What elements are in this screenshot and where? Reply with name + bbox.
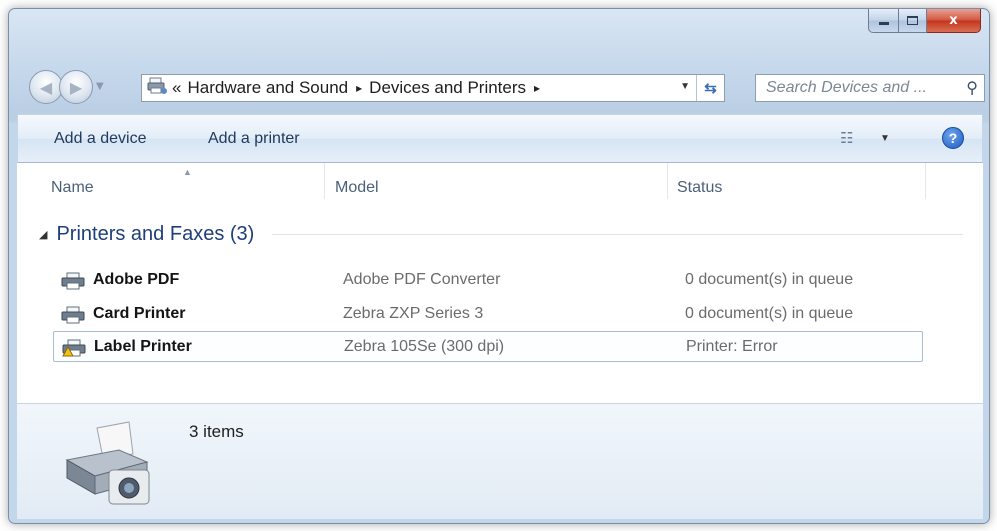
group-header-printers-and-faxes[interactable]: ◢ Printers and Faxes (3): [39, 219, 983, 249]
minimize-icon: [878, 22, 889, 25]
address-bar[interactable]: « Hardware and Sound ▸ Devices and Print…: [141, 74, 725, 102]
maximize-icon: [907, 16, 918, 25]
printer-row[interactable]: Adobe PDF Adobe PDF Converter 0 document…: [53, 265, 923, 296]
column-divider[interactable]: [925, 163, 926, 199]
add-printer-button[interactable]: Add a printer: [208, 130, 300, 148]
printer-row-selected[interactable]: Label Printer Zebra 105Se (300 dpi) Prin…: [53, 331, 923, 362]
printer-warning-icon: [62, 339, 86, 357]
column-divider[interactable]: [324, 163, 325, 199]
view-options-dropdown-icon[interactable]: ▼: [880, 133, 890, 144]
breadcrumb-separator-icon[interactable]: ▸: [534, 81, 540, 95]
collapse-triangle-icon[interactable]: ◢: [39, 228, 47, 241]
device-list: ▲ Name Model Status ◢ Printers and Faxes…: [17, 163, 983, 403]
refresh-button[interactable]: ⇆: [696, 75, 724, 101]
printer-row[interactable]: Card Printer Zebra ZXP Series 3 0 docume…: [53, 299, 923, 330]
forward-arrow-icon: ▶: [69, 77, 83, 97]
breadcrumb-hardware-and-sound[interactable]: Hardware and Sound: [187, 78, 348, 98]
forward-button[interactable]: ▶: [59, 70, 93, 104]
devices-and-printers-icon: [142, 77, 172, 99]
maximize-button[interactable]: [898, 9, 927, 33]
item-count: 3 items: [189, 422, 244, 441]
printer-icon: [61, 306, 85, 324]
column-header-status[interactable]: Status: [677, 179, 722, 197]
caption-buttons: x: [868, 9, 981, 33]
search-box[interactable]: Search Devices and ... ⚲: [755, 74, 985, 102]
column-header-name[interactable]: Name: [51, 179, 94, 197]
navigation-bar: ◀ ▶ ▼ « Hardware and Sound ▸ Devices and…: [25, 70, 985, 106]
printer-model: Adobe PDF Converter: [343, 271, 501, 288]
sort-ascending-icon: ▲: [183, 167, 192, 177]
back-button[interactable]: ◀: [29, 70, 63, 104]
printer-status: 0 document(s) in queue: [685, 305, 854, 322]
command-bar: Add a device Add a printer ☷ ▼ ?: [17, 114, 983, 163]
printer-model: Zebra 105Se (300 dpi): [344, 338, 505, 355]
help-icon: ?: [948, 130, 958, 146]
breadcrumb-devices-and-printers[interactable]: Devices and Printers: [369, 78, 526, 98]
back-arrow-icon: ◀: [39, 77, 53, 97]
column-divider[interactable]: [667, 163, 668, 199]
minimize-button[interactable]: [868, 9, 898, 33]
details-pane: 3 items: [17, 403, 983, 519]
recent-pages-dropdown-icon[interactable]: ▼: [96, 81, 104, 92]
search-icon[interactable]: ⚲: [966, 78, 978, 98]
printer-name: Adobe PDF: [93, 271, 180, 288]
address-overflow-chevron[interactable]: «: [172, 78, 181, 98]
printer-and-camera-icon: [65, 421, 150, 505]
address-history-dropdown-icon[interactable]: ▼: [680, 81, 690, 92]
explorer-window: x ◀ ▶ ▼ « Hardware and Sound ▸ Devices a…: [8, 8, 990, 524]
add-device-button[interactable]: Add a device: [54, 130, 147, 148]
search-placeholder: Search Devices and ...: [766, 79, 927, 96]
printer-icon: [61, 272, 85, 290]
help-button[interactable]: ?: [942, 127, 964, 149]
printer-model: Zebra ZXP Series 3: [343, 305, 484, 322]
change-view-icon[interactable]: ☷: [840, 129, 853, 147]
printer-status: Printer: Error: [686, 338, 778, 355]
refresh-icon: ⇆: [704, 80, 717, 97]
printer-name: Card Printer: [93, 305, 186, 322]
group-title: Printers and Faxes (3): [56, 222, 255, 245]
column-header-model[interactable]: Model: [335, 179, 379, 197]
close-button[interactable]: x: [927, 9, 981, 33]
breadcrumb-separator-icon[interactable]: ▸: [356, 81, 362, 95]
close-icon: x: [949, 13, 958, 28]
column-header-row: ▲ Name Model Status: [17, 163, 983, 199]
printer-name: Label Printer: [94, 338, 192, 355]
group-divider: [272, 233, 963, 235]
printer-status: 0 document(s) in queue: [685, 271, 854, 288]
